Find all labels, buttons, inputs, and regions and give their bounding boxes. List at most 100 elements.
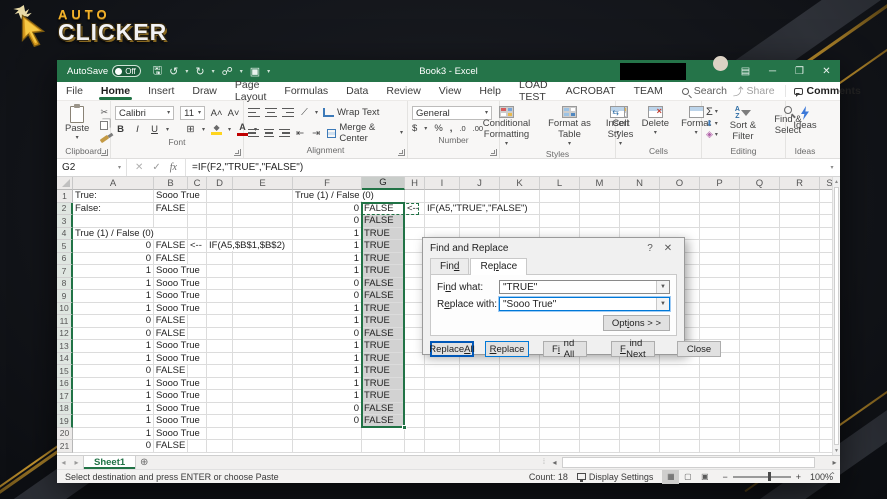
cell-K16[interactable] [500, 377, 540, 390]
cell-F17[interactable]: 1 [293, 390, 362, 403]
cell-I17[interactable] [425, 390, 460, 403]
cell-H21[interactable] [405, 440, 425, 453]
select-all-corner[interactable] [57, 177, 73, 190]
cell-Q9[interactable] [740, 290, 780, 303]
cell-Q1[interactable] [740, 190, 780, 203]
cell-A14[interactable]: 1 [73, 352, 154, 365]
cell-A20[interactable]: 1 [73, 427, 154, 440]
cell-E16[interactable] [233, 377, 293, 390]
column-header-M[interactable]: M [580, 177, 620, 190]
sheet-nav-left-icon[interactable]: ◂ [57, 456, 70, 469]
cell-P17[interactable] [700, 390, 740, 403]
cell-C4[interactable] [188, 227, 207, 240]
cell-P20[interactable] [700, 427, 740, 440]
cell-A7[interactable]: 1 [73, 265, 154, 278]
cell-N2[interactable] [620, 202, 660, 215]
cell-P1[interactable] [700, 190, 740, 203]
zoom-out-icon[interactable]: − [722, 472, 727, 482]
cell-B9[interactable]: Sooo True [154, 290, 202, 303]
cell-Q8[interactable] [740, 277, 780, 290]
display-settings-button[interactable]: Display Settings [576, 472, 653, 482]
cell-O18[interactable] [660, 402, 700, 415]
redo-icon[interactable]: ↻ [195, 65, 204, 78]
cell-F8[interactable]: 0 [293, 277, 362, 290]
row-header-2[interactable]: 2 [57, 202, 73, 215]
cell-Q18[interactable] [740, 402, 780, 415]
options-button[interactable]: Opt i ons > > [602, 315, 670, 331]
increase-indent-icon[interactable]: ⇥ [311, 127, 322, 140]
cell-K18[interactable] [500, 402, 540, 415]
cell-F11[interactable]: 1 [293, 315, 362, 328]
cell-G13[interactable]: TRUE [362, 340, 405, 353]
cell-Q16[interactable] [740, 377, 780, 390]
cell-B10[interactable]: Sooo True [154, 302, 202, 315]
cell-A15[interactable]: 0 [73, 365, 154, 378]
cell-Q21[interactable] [740, 440, 780, 453]
cell-J16[interactable] [460, 377, 500, 390]
cell-F12[interactable]: 0 [293, 327, 362, 340]
cell-I19[interactable] [425, 415, 460, 428]
column-header-K[interactable]: K [500, 177, 540, 190]
cell-I21[interactable] [425, 440, 460, 453]
cell-G21[interactable] [362, 440, 405, 453]
cell-E14[interactable] [233, 352, 293, 365]
fill-color-caret-icon[interactable]: ▾ [228, 127, 231, 133]
cell-B7[interactable]: Sooo True [154, 265, 202, 278]
cell-G18[interactable]: FALSE [362, 402, 405, 415]
cell-R14[interactable] [780, 352, 820, 365]
redo-caret-icon[interactable]: ▾ [212, 68, 215, 75]
cell-B5[interactable]: FALSE [154, 240, 188, 253]
cell-G11[interactable]: TRUE [362, 315, 405, 328]
underline-button[interactable]: U [149, 123, 160, 136]
format-as-table-button[interactable]: Format as Table ▾ [544, 104, 596, 148]
column-header-B[interactable]: B [154, 177, 188, 190]
cell-B2[interactable]: FALSE [154, 202, 188, 215]
cell-F14[interactable]: 1 [293, 352, 362, 365]
vertical-scroll-thumb[interactable] [834, 187, 839, 445]
cell-Q4[interactable] [740, 227, 780, 240]
cell-D2[interactable] [207, 202, 233, 215]
align-center-icon[interactable] [263, 128, 275, 138]
ribbon-tab-file[interactable]: File [57, 82, 92, 100]
cell-F20[interactable] [293, 427, 362, 440]
ribbon-tab-page-layout[interactable]: Page Layout [226, 79, 276, 103]
cell-R12[interactable] [780, 327, 820, 340]
touch-mode-caret-icon[interactable]: ▾ [240, 68, 243, 75]
cell-R21[interactable] [780, 440, 820, 453]
cell-P21[interactable] [700, 440, 740, 453]
cell-Q13[interactable] [740, 340, 780, 353]
row-header-9[interactable]: 9 [57, 290, 73, 303]
cell-L1[interactable] [540, 190, 580, 203]
cell-I20[interactable] [425, 427, 460, 440]
borders-icon[interactable]: ⊞ [185, 123, 196, 136]
cell-F2[interactable]: 0 [293, 202, 362, 215]
share-button[interactable]: ⤴ Share [727, 84, 781, 99]
cell-O20[interactable] [660, 427, 700, 440]
name-box[interactable]: G2 [57, 159, 113, 176]
name-box-caret-icon[interactable]: ▾ [113, 159, 127, 176]
cell-J20[interactable] [460, 427, 500, 440]
ribbon-tab-acrobat[interactable]: ACROBAT [557, 82, 625, 100]
cell-I1[interactable] [425, 190, 460, 203]
cell-F1[interactable]: True (1) / False (0) [293, 190, 376, 203]
percent-style-icon[interactable]: % [434, 123, 442, 134]
touch-mode-icon[interactable]: ☍ [222, 65, 233, 78]
cell-N20[interactable] [620, 427, 660, 440]
font-family-select[interactable]: Calibri ▾ [115, 106, 175, 120]
format-painter-icon[interactable] [97, 133, 111, 144]
insert-function-icon[interactable]: fx [170, 162, 177, 173]
column-header-P[interactable]: P [700, 177, 740, 190]
ribbon-display-options-icon[interactable]: ▤ [732, 60, 759, 82]
row-header-4[interactable]: 4 [57, 227, 73, 240]
cell-F13[interactable]: 1 [293, 340, 362, 353]
align-middle-icon[interactable] [265, 108, 277, 117]
cell-J21[interactable] [460, 440, 500, 453]
page-break-view-icon[interactable]: ▣ [696, 470, 713, 484]
row-header-21[interactable]: 21 [57, 440, 73, 453]
cell-D8[interactable] [207, 277, 233, 290]
zoom-in-icon[interactable]: + [796, 472, 801, 482]
cell-Q2[interactable] [740, 202, 780, 215]
sheet-tab-sheet1[interactable]: Sheet1 [83, 456, 137, 469]
sort-filter-button[interactable]: AZ Sort & Filter [722, 104, 764, 145]
row-header-11[interactable]: 11 [57, 315, 73, 328]
